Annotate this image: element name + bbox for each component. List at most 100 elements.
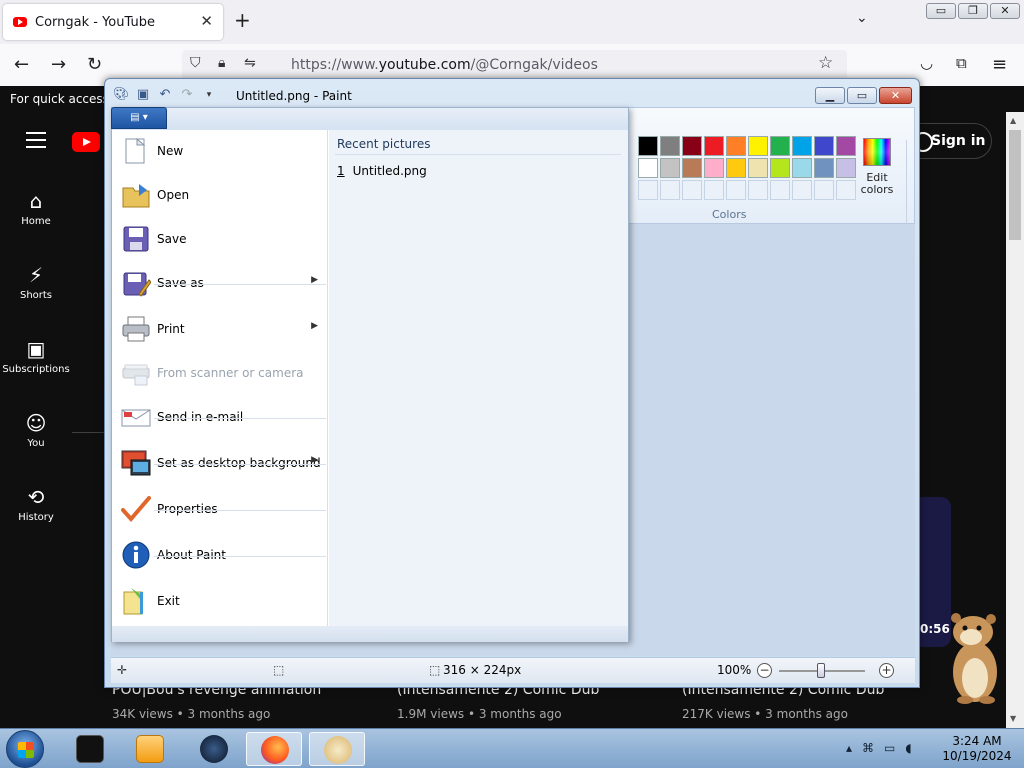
taskbar-item-paint[interactable] — [309, 732, 365, 766]
new-tab-plus-icon[interactable]: + — [234, 8, 251, 32]
scroll-down-icon[interactable]: ▼ — [1010, 714, 1016, 723]
url-text[interactable]: https://www.youtube.com/@Corngak/videos — [291, 57, 598, 73]
taskbar-item-app[interactable] — [186, 732, 242, 766]
scroll-up-icon[interactable]: ▲ — [1010, 116, 1016, 125]
color-swatch[interactable] — [726, 158, 746, 178]
sidebar-item-history[interactable]: ⟲ History — [0, 484, 72, 523]
custom-color-slot[interactable] — [748, 180, 768, 200]
color-swatch[interactable] — [770, 136, 790, 156]
taskbar-item-firefox[interactable] — [246, 732, 302, 766]
subscriptions-icon: ▣ — [26, 337, 46, 361]
paint-maximize-button[interactable]: ▭ — [847, 87, 877, 104]
close-tab-icon[interactable]: ✕ — [200, 12, 213, 30]
taskbar-item-terminal[interactable] — [62, 732, 118, 766]
menu-item-label: Print — [157, 322, 185, 336]
custom-color-slot[interactable] — [770, 180, 790, 200]
extensions-icon[interactable]: ⧉ — [956, 54, 967, 72]
color-swatch[interactable] — [682, 158, 702, 178]
hamster-desktop-pet-icon[interactable] — [945, 610, 1005, 705]
menu-item-from-scanner-or-camera[interactable]: From scanner or camera — [112, 352, 328, 396]
pocket-icon[interactable]: ◡ — [920, 54, 933, 72]
save-floppy-icon[interactable]: ▣ — [135, 87, 151, 103]
display-icon[interactable]: ▭ — [884, 741, 895, 755]
show-hidden-icons-icon[interactable]: ▴ — [846, 741, 852, 755]
lock-icon[interactable]: 🔒︎ — [218, 55, 225, 71]
color-swatch[interactable] — [638, 158, 658, 178]
image-dimensions: 316 × 224px — [443, 663, 522, 677]
zoom-slider-thumb[interactable] — [817, 663, 825, 678]
color-swatch[interactable] — [660, 136, 680, 156]
edit-colors-button[interactable]: Edit colors — [860, 138, 894, 196]
menu-item-print[interactable]: Print ▶ — [112, 308, 328, 352]
forward-arrow-icon[interactable]: → — [51, 54, 66, 75]
reload-icon[interactable]: ↻ — [87, 54, 102, 75]
sidebar-item-you[interactable]: ☺︎ You — [0, 410, 72, 449]
undo-icon[interactable]: ↶ — [157, 87, 173, 103]
menu-item-new[interactable]: New — [112, 130, 328, 174]
shield-icon[interactable]: ⛉ — [190, 55, 201, 71]
color-swatch[interactable] — [770, 158, 790, 178]
sidebar-item-home[interactable]: ⌂ Home — [0, 188, 72, 227]
hamburger-menu-icon[interactable]: ≡ — [992, 54, 1007, 75]
permissions-icon[interactable]: ⇋ — [244, 55, 256, 71]
custom-color-slot[interactable] — [814, 180, 834, 200]
color-swatch[interactable] — [836, 158, 856, 178]
sidebar-item-subscriptions[interactable]: ▣ Subscriptions — [0, 336, 72, 375]
zoom-out-button[interactable]: − — [757, 663, 772, 678]
color-swatch[interactable] — [814, 136, 834, 156]
sidebar-item-shorts[interactable]: ⚡︎ Shorts — [0, 262, 72, 301]
sidebar-label: You — [27, 438, 45, 449]
menu-item-exit[interactable]: Exit — [112, 580, 328, 624]
url-bar[interactable]: ⛉ 🔒︎ ⇋ https://www.youtube.com/@Corngak/… — [182, 50, 847, 80]
color-swatch[interactable] — [726, 136, 746, 156]
custom-color-slot[interactable] — [792, 180, 812, 200]
paint-minimize-button[interactable]: ▁ — [815, 87, 845, 104]
chevron-down-icon[interactable]: ⌄ — [856, 10, 868, 26]
browser-tab[interactable]: Corngak - YouTube ✕ — [3, 4, 223, 40]
color-swatch[interactable] — [682, 136, 702, 156]
color-swatch[interactable] — [638, 136, 658, 156]
custom-color-slot[interactable] — [638, 180, 658, 200]
taskbar-item-media-player[interactable] — [122, 732, 178, 766]
custom-color-slot[interactable] — [660, 180, 680, 200]
color-swatch[interactable] — [704, 136, 724, 156]
paint-close-button[interactable]: ✕ — [879, 87, 912, 104]
youtube-menu-icon[interactable] — [26, 132, 46, 148]
clock[interactable]: 3:24 AM 10/19/2024 — [936, 734, 1018, 764]
paint-menu-button[interactable]: ▤ ▾ — [111, 107, 167, 129]
color-swatch[interactable] — [814, 158, 834, 178]
color-swatch[interactable] — [704, 158, 724, 178]
menu-button-icon: ▤ ▾ — [130, 112, 148, 123]
redo-icon[interactable]: ↷ — [179, 87, 195, 103]
customize-toolbar-icon[interactable]: ▾ — [201, 87, 217, 103]
menu-item-save[interactable]: Save — [112, 218, 328, 262]
zoom-in-button[interactable]: + — [879, 663, 894, 678]
youtube-logo-icon[interactable] — [72, 132, 100, 152]
start-button[interactable] — [6, 730, 44, 768]
url-path: /@Corngak/videos — [470, 57, 598, 73]
color-swatch[interactable] — [836, 136, 856, 156]
bluetooth-icon[interactable]: ⌘ — [862, 741, 874, 755]
color-swatch[interactable] — [748, 136, 768, 156]
custom-color-slot[interactable] — [836, 180, 856, 200]
system-tray: ▴ ⌘ ▭ ◖ — [846, 741, 912, 755]
page-scrollbar[interactable]: ▲ ▼ — [1006, 112, 1024, 732]
scrollbar-thumb[interactable] — [1009, 130, 1021, 240]
close-window-button[interactable]: ✕ — [990, 3, 1020, 19]
minimize-button[interactable]: ▭ — [926, 3, 956, 19]
menu-item-open[interactable]: Open — [112, 174, 328, 218]
color-swatch[interactable] — [748, 158, 768, 178]
recent-item[interactable]: 1 Untitled.png — [337, 164, 427, 178]
color-swatch[interactable] — [792, 136, 812, 156]
restore-button[interactable]: ❐ — [958, 3, 988, 19]
custom-color-slot[interactable] — [726, 180, 746, 200]
custom-color-slot[interactable] — [682, 180, 702, 200]
color-swatch[interactable] — [792, 158, 812, 178]
custom-color-slot[interactable] — [704, 180, 724, 200]
color-swatch[interactable] — [660, 158, 680, 178]
menu-item-label: Set as desktop background — [157, 456, 321, 470]
volume-icon[interactable]: ◖ — [905, 741, 911, 755]
star-icon[interactable]: ☆ — [818, 53, 833, 73]
back-arrow-icon[interactable]: ← — [14, 54, 29, 75]
scanner-icon — [121, 358, 151, 388]
